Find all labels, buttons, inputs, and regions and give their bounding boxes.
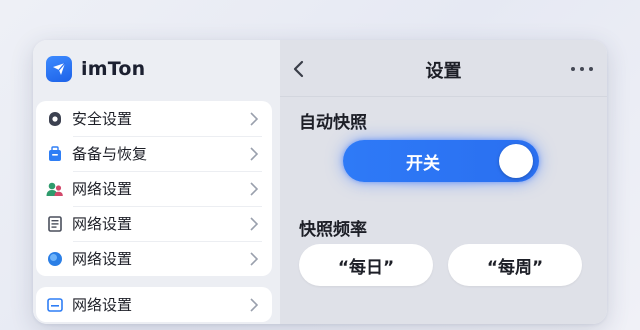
frequency-daily-button[interactable]: “每日” bbox=[299, 244, 433, 286]
sidebar-item-network-globe[interactable]: 网络设置 bbox=[36, 241, 272, 276]
app-logo-icon bbox=[46, 55, 72, 82]
frequency-weekly-button[interactable]: “每周” bbox=[448, 244, 582, 286]
more-dots-icon bbox=[571, 67, 575, 71]
sidebar-item-label: 网络设置 bbox=[72, 180, 133, 198]
sidebar-item-network[interactable]: 网络设置 bbox=[36, 171, 272, 206]
chevron-right-icon bbox=[250, 297, 260, 313]
sidebar-item-label: 网络设置 bbox=[72, 250, 133, 268]
header-bar: 设置 bbox=[280, 40, 607, 97]
chevron-right-icon bbox=[250, 111, 260, 127]
app-name: imTon bbox=[81, 57, 146, 80]
sidebar-item-network-card[interactable]: 网络设置 bbox=[36, 287, 272, 322]
sidebar: imTon 安全设置 备备与恢复 网络设置 网络设置 网络设置 网络设置 bbox=[33, 40, 280, 324]
brand: imTon bbox=[33, 40, 280, 97]
page-title: 设置 bbox=[425, 61, 462, 82]
shield-lock-icon bbox=[46, 110, 64, 128]
sidebar-menu: 安全设置 备备与恢复 网络设置 网络设置 网络设置 bbox=[36, 101, 272, 276]
snapshot-frequency-title: 快照频率 bbox=[299, 220, 367, 240]
sidebar-item-security[interactable]: 安全设置 bbox=[36, 101, 272, 136]
toggle-knob bbox=[499, 144, 533, 178]
sidebar-item-label: 网络设置 bbox=[72, 215, 133, 233]
document-icon bbox=[46, 215, 64, 233]
toggle-label: 开关 bbox=[406, 153, 440, 174]
settings-window: imTon 安全设置 备备与恢复 网络设置 网络设置 网络设置 网络设置 设置 … bbox=[33, 40, 607, 324]
chevron-right-icon bbox=[250, 216, 260, 232]
users-network-icon bbox=[46, 180, 64, 198]
more-options-button[interactable] bbox=[571, 59, 593, 79]
globe-icon bbox=[46, 250, 64, 268]
chevron-right-icon bbox=[250, 181, 260, 197]
settings-panel: 设置 自动快照 开关 快照频率 “每日” “每周” bbox=[280, 40, 607, 324]
sidebar-item-network-docs[interactable]: 网络设置 bbox=[36, 206, 272, 241]
card-icon bbox=[46, 296, 64, 314]
sidebar-item-backup[interactable]: 备备与恢复 bbox=[36, 136, 272, 171]
auto-snapshot-toggle[interactable]: 开关 bbox=[343, 140, 539, 182]
sidebar-menu-bottom: 网络设置 bbox=[36, 287, 272, 322]
chevron-right-icon bbox=[250, 146, 260, 162]
chevron-right-icon bbox=[250, 251, 260, 267]
sidebar-item-label: 备备与恢复 bbox=[72, 145, 148, 163]
sidebar-item-label: 安全设置 bbox=[72, 110, 133, 128]
sidebar-item-label: 网络设置 bbox=[72, 296, 133, 314]
auto-snapshot-title: 自动快照 bbox=[299, 113, 367, 133]
backup-bag-icon bbox=[46, 145, 64, 163]
